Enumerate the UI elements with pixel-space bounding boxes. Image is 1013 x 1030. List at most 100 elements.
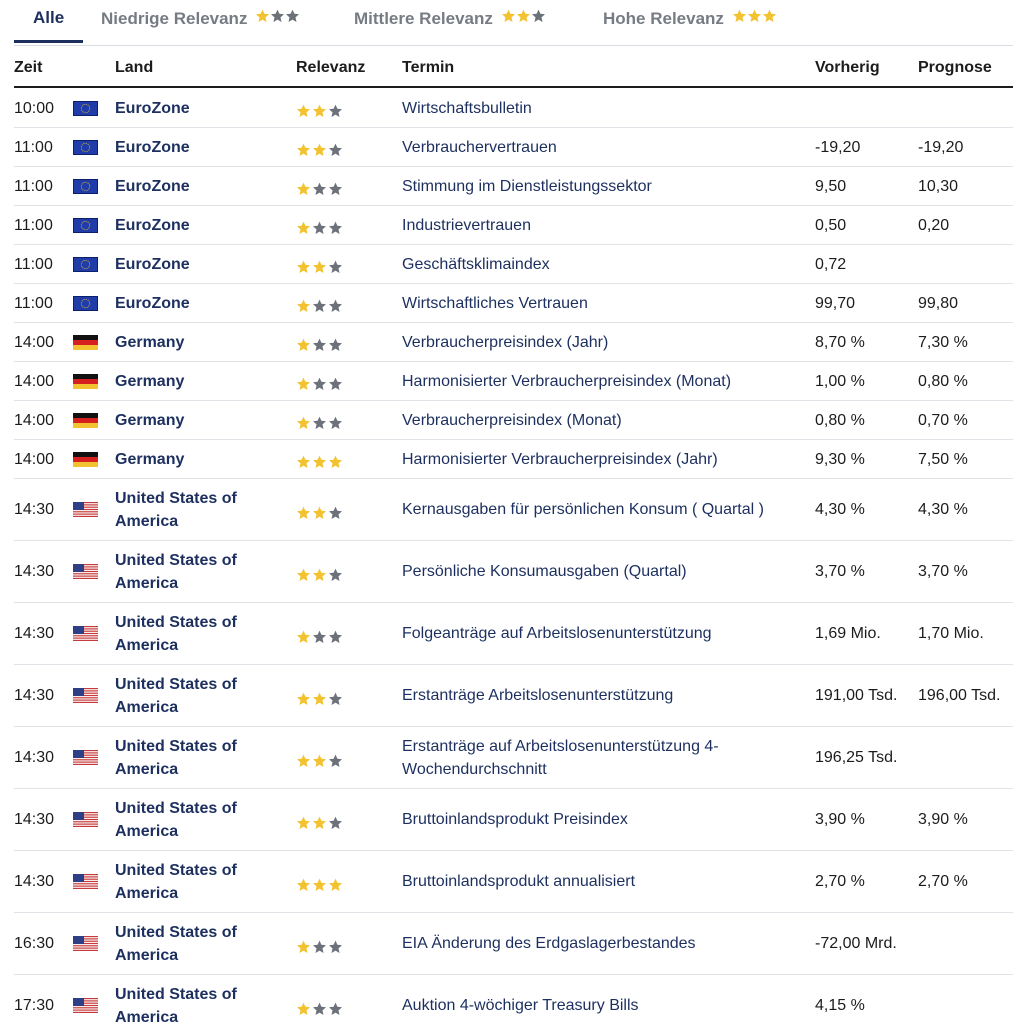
column-header-time[interactable]: Zeit xyxy=(14,59,42,77)
country-link[interactable]: EuroZone xyxy=(115,128,260,166)
tab-medium-relevance[interactable]: Mittlere Relevanz xyxy=(354,8,546,38)
country-link[interactable]: United States of America xyxy=(115,851,260,912)
forecast-value: -19,20 xyxy=(918,138,964,156)
table-row[interactable]: 14:30 United States of America Erstanträge… xyxy=(14,665,1013,727)
relevance-stars xyxy=(296,128,366,166)
event-link[interactable]: Bruttoinlandsprodukt annualisiert xyxy=(402,851,792,912)
event-link[interactable]: Kernausgaben für persönlichen Konsum ( Q… xyxy=(402,479,792,540)
star-empty-icon xyxy=(312,630,327,644)
previous-value xyxy=(815,89,905,127)
star-filled-icon xyxy=(255,9,270,23)
country-link[interactable]: EuroZone xyxy=(115,284,260,322)
tab-medium-relevance-stars xyxy=(501,8,546,28)
event-link[interactable]: Verbraucherpreisindex (Jahr) xyxy=(402,323,792,361)
flag-eu-icon xyxy=(73,89,101,127)
event-link[interactable]: Auktion 4-wöchiger Treasury Bills xyxy=(402,975,792,1030)
forecast-value xyxy=(918,245,1013,283)
flag-us-icon xyxy=(73,789,101,850)
event-link[interactable]: Geschäftsklimaindex xyxy=(402,245,792,283)
country-link[interactable]: United States of America xyxy=(115,913,260,974)
country-link[interactable]: United States of America xyxy=(115,603,260,664)
country-link[interactable]: EuroZone xyxy=(115,89,260,127)
tab-all[interactable]: Alle xyxy=(33,8,64,38)
relevance-stars xyxy=(296,206,366,244)
forecast-value: 2,70 % xyxy=(918,873,968,890)
event-link[interactable]: Folgeanträge auf Arbeitslosenunterstützu… xyxy=(402,603,792,664)
table-row[interactable]: 14:00 Germany Harmonisierter Verbraucherpr… xyxy=(14,440,1013,479)
event-link[interactable]: EIA Änderung des Erdgaslagerbestandes xyxy=(402,913,792,974)
forecast-value xyxy=(918,913,1013,974)
forecast-value: 99,80 xyxy=(918,294,959,312)
table-row[interactable]: 14:30 United States of America Kernausgabe… xyxy=(14,479,1013,541)
event-link[interactable]: Persönliche Konsumausgaben (Quartal) xyxy=(402,541,792,602)
column-header-forecast[interactable]: Prognose xyxy=(918,59,992,77)
event-link[interactable]: Erstanträge Arbeitslosenunterstützung xyxy=(402,665,792,726)
column-header-relevance[interactable]: Relevanz xyxy=(296,59,365,77)
country-link[interactable]: Germany xyxy=(115,440,260,478)
tab-low-relevance[interactable]: Niedrige Relevanz xyxy=(101,8,300,38)
star-filled-icon xyxy=(312,143,327,157)
country-link[interactable]: United States of America xyxy=(115,975,260,1030)
event-link[interactable]: Harmonisierter Verbraucherpreisindex (Ja… xyxy=(402,440,792,478)
event-link[interactable]: Stimmung im Dienstleistungssektor xyxy=(402,167,792,205)
flag-us-icon xyxy=(73,975,101,1030)
event-link[interactable]: Harmonisierter Verbraucherpreisindex (Mo… xyxy=(402,362,792,400)
table-row[interactable]: 11:00 EuroZone Geschäftsklimaindex 0,72 xyxy=(14,245,1013,284)
table-row[interactable]: 11:00 EuroZone Verbrauchervertrauen -19,20 -… xyxy=(14,128,1013,167)
table-row[interactable]: 16:30 United States of America EIA Änderun… xyxy=(14,913,1013,975)
event-time: 11:00 xyxy=(14,294,53,312)
relevance-stars xyxy=(296,362,366,400)
table-row[interactable]: 14:30 United States of America Bruttoinlan… xyxy=(14,851,1013,913)
star-filled-icon xyxy=(296,568,311,582)
column-header-previous[interactable]: Vorherig xyxy=(815,59,880,77)
previous-value: 9,30 % xyxy=(815,450,865,468)
country-link[interactable]: United States of America xyxy=(115,665,260,726)
star-filled-icon xyxy=(296,299,311,313)
event-time: 11:00 xyxy=(14,177,53,195)
event-link[interactable]: Erstanträge auf Arbeitslosenunterstützun… xyxy=(402,727,792,788)
country-link[interactable]: United States of America xyxy=(115,727,260,788)
table-row[interactable]: 14:30 United States of America Erstanträge… xyxy=(14,727,1013,789)
table-row[interactable]: 11:00 EuroZone Wirtschaftliches Vertrauen 9… xyxy=(14,284,1013,323)
event-link[interactable]: Industrievertrauen xyxy=(402,206,792,244)
table-row[interactable]: 14:00 Germany Verbraucherpreisindex (Monat… xyxy=(14,401,1013,440)
country-link[interactable]: Germany xyxy=(115,401,260,439)
country-link[interactable]: Germany xyxy=(115,323,260,361)
table-row[interactable]: 14:00 Germany Harmonisierter Verbraucherpr… xyxy=(14,362,1013,401)
tab-high-relevance[interactable]: Hohe Relevanz xyxy=(603,8,777,38)
event-time: 14:00 xyxy=(14,411,55,429)
table-row[interactable]: 11:00 EuroZone Stimmung im Dienstleistungs… xyxy=(14,167,1013,206)
country-link[interactable]: Germany xyxy=(115,362,260,400)
column-header-country[interactable]: Land xyxy=(115,59,153,77)
table-row[interactable]: 14:30 United States of America Bruttoinlan… xyxy=(14,789,1013,851)
table-row[interactable]: 14:30 United States of America Persönliche… xyxy=(14,541,1013,603)
star-empty-icon xyxy=(328,221,343,235)
table-row[interactable]: 17:30 United States of America Auktion 4-w… xyxy=(14,975,1013,1030)
star-filled-icon xyxy=(312,104,327,118)
country-link[interactable]: United States of America xyxy=(115,541,260,602)
country-link[interactable]: United States of America xyxy=(115,479,260,540)
event-link[interactable]: Wirtschaftsbulletin xyxy=(402,89,792,127)
table-row[interactable]: 10:00 EuroZone Wirtschaftsbulletin xyxy=(14,89,1013,128)
event-link[interactable]: Wirtschaftliches Vertrauen xyxy=(402,284,792,322)
relevance-stars xyxy=(296,727,366,788)
event-link[interactable]: Verbrauchervertrauen xyxy=(402,128,792,166)
relevance-stars xyxy=(296,245,366,283)
table-row[interactable]: 11:00 EuroZone Industrievertrauen 0,50 0,20 xyxy=(14,206,1013,245)
table-row[interactable]: 14:00 Germany Verbraucherpreisindex (Jahr)… xyxy=(14,323,1013,362)
previous-value: 2,70 % xyxy=(815,873,865,890)
forecast-value: 1,70 Mio. xyxy=(918,625,984,642)
star-filled-icon xyxy=(501,9,516,23)
previous-value: 4,15 % xyxy=(815,997,865,1014)
event-link[interactable]: Verbraucherpreisindex (Monat) xyxy=(402,401,792,439)
event-link[interactable]: Bruttoinlandsprodukt Preisindex xyxy=(402,789,792,850)
country-link[interactable]: United States of America xyxy=(115,789,260,850)
column-header-event[interactable]: Termin xyxy=(402,59,454,77)
table-row[interactable]: 14:30 United States of America Folgeanträg… xyxy=(14,603,1013,665)
star-empty-icon xyxy=(531,9,546,23)
country-link[interactable]: EuroZone xyxy=(115,206,260,244)
country-link[interactable]: EuroZone xyxy=(115,245,260,283)
star-filled-icon xyxy=(296,377,311,391)
country-link[interactable]: EuroZone xyxy=(115,167,260,205)
event-time: 11:00 xyxy=(14,216,53,234)
